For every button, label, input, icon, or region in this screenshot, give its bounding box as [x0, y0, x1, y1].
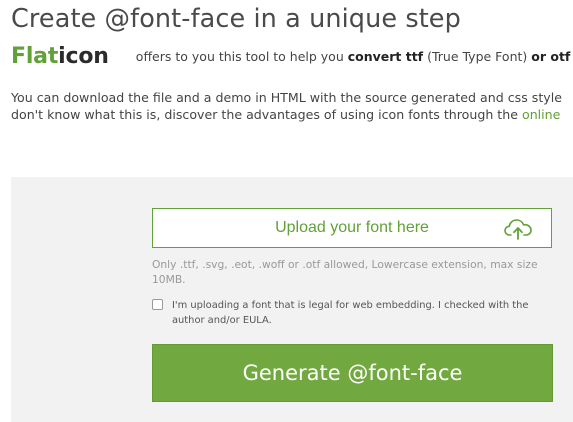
intro-middle: (True Type Font)	[423, 49, 532, 64]
intro-prefix: offers to you this tool to help you	[135, 49, 348, 64]
cloud-upload-icon	[504, 219, 532, 240]
upload-font-button[interactable]: Upload your font here	[152, 208, 552, 248]
description-line-2-text: don't know what this is, discover the ad…	[11, 107, 522, 122]
logo-part-flat: Flat	[11, 44, 59, 69]
description: You can download the file and a demo in …	[11, 89, 573, 123]
upload-hint: Only .ttf, .svg, .eot, .woff or .otf all…	[152, 258, 538, 286]
generate-fontface-button[interactable]: Generate @font-face	[152, 344, 553, 402]
intro-bold-convert: convert ttf	[347, 49, 424, 64]
logo-part-icon: icon	[58, 44, 109, 69]
intro-bold-otf: or otf	[531, 49, 571, 64]
intro-text: offers to you this tool to help you conv…	[136, 49, 571, 64]
description-line-1: You can download the file and a demo in …	[11, 90, 562, 105]
page-title: Create @font-face in a unique step	[11, 4, 461, 34]
flaticon-logo[interactable]: Flaticon	[11, 44, 109, 69]
upload-font-label: Upload your font here	[275, 219, 429, 236]
online-link[interactable]: online	[522, 107, 560, 122]
description-line-2: don't know what this is, discover the ad…	[11, 106, 573, 123]
legal-checkbox[interactable]	[152, 299, 163, 310]
upload-panel: Upload your font here Only .ttf, .svg, .…	[11, 177, 573, 422]
brand-row: Flaticon offers to you this tool to help…	[11, 44, 573, 69]
legal-checkbox-label[interactable]: I'm uploading a font that is legal for w…	[172, 298, 562, 328]
